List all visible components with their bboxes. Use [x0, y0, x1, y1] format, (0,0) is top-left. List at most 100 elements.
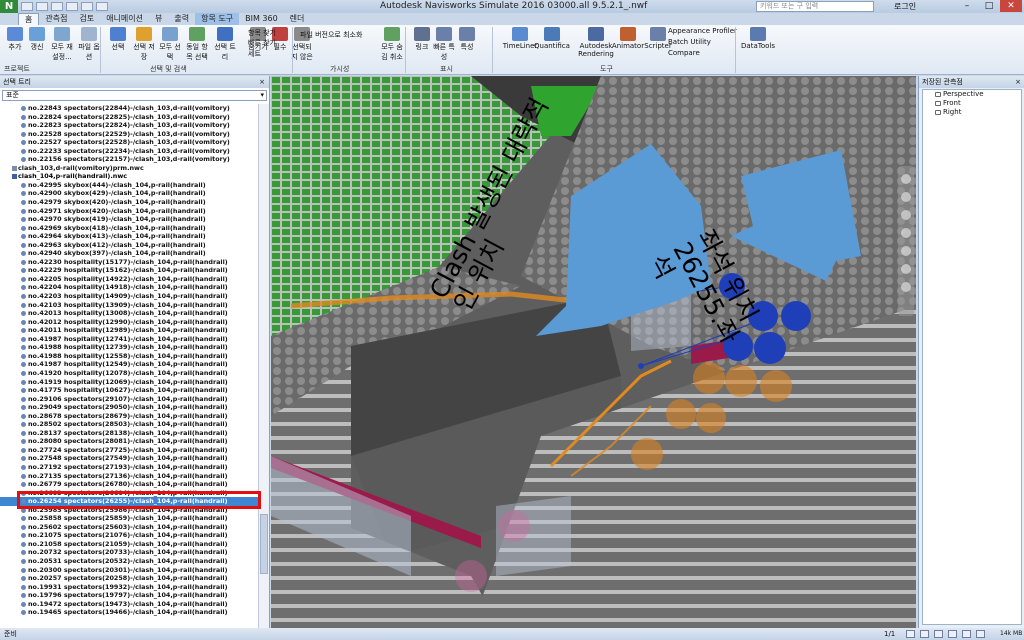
ribbon-button-21[interactable]: DataTools [740, 27, 776, 60]
tree-row[interactable]: no.20531 spectators(20532)-/clash_104,p-… [0, 557, 258, 566]
signin-link[interactable]: 로그인 [894, 1, 916, 12]
tree-row[interactable]: no.21058 spectators(21059)-/clash_104,p-… [0, 540, 258, 549]
tree-row[interactable]: no.41775 hospitality(10627)-/clash_104,p… [0, 386, 258, 395]
tree-row[interactable]: no.42963 skybox(412)-/clash_104,p-rail(h… [0, 241, 258, 250]
ribbon-small-hide-required[interactable]: 파일 버전으로 최소화 [300, 30, 362, 40]
tree-row[interactable]: no.19931 spectators(19932)-/clash_104,p-… [0, 583, 258, 592]
pan-icon[interactable] [901, 192, 911, 202]
tree-row[interactable]: no.42230 hospitality(15177)-/clash_104,p… [0, 258, 258, 267]
next-page-icon[interactable] [934, 630, 943, 638]
tree-row[interactable]: no.22843 spectators(22844)-/clash_103,d-… [0, 104, 258, 113]
tree-row[interactable]: no.25858 spectators(25859)-/clash_104,p-… [0, 514, 258, 523]
3d-viewport[interactable] [271, 76, 916, 628]
ribbon-tab-8[interactable]: 렌더 [284, 13, 311, 25]
walk-icon[interactable] [901, 264, 911, 274]
ribbon-tab-5[interactable]: 출력 [168, 13, 195, 25]
tree-row[interactable]: no.42103 hospitality(13909)-/clash_104,p… [0, 301, 258, 310]
tree-row[interactable]: no.42979 skybox(420)-/clash_104,p-rail(h… [0, 198, 258, 207]
tree-row[interactable]: no.21075 spectators(21076)-/clash_104,p-… [0, 531, 258, 540]
search-input[interactable]: 키워드 또는 구 입력 [756, 1, 874, 12]
tree-row[interactable]: no.42995 skybox(444)-/clash_104,p-rail(h… [0, 181, 258, 190]
tree-row[interactable]: no.29106 spectators(29107)-/clash_104,p-… [0, 395, 258, 404]
tree-row[interactable]: no.41920 hospitality(12078)-/clash_104,p… [0, 369, 258, 378]
performance-icon[interactable] [962, 630, 971, 638]
steering-wheel-icon[interactable] [901, 174, 911, 184]
open-file-icon[interactable] [36, 2, 48, 11]
ribbon-button-6[interactable]: 모두 선택 [158, 27, 182, 60]
tree-row[interactable]: no.42204 hospitality(14918)-/clash_104,p… [0, 283, 258, 292]
tree-row[interactable]: no.41988 hospitality(12739)-/clash_104,p… [0, 343, 258, 352]
zoom-icon[interactable] [901, 210, 911, 220]
viewpoint-item[interactable]: Right [923, 108, 1021, 117]
tree-row[interactable]: no.41987 hospitality(12549)-/clash_104,p… [0, 360, 258, 369]
ribbon-button-0[interactable]: 추가 [3, 27, 27, 60]
tree-row[interactable]: no.27192 spectators(27193)-/clash_104,p-… [0, 463, 258, 472]
tree-row[interactable]: clash_104,p-rail(handrail).nwc [0, 172, 258, 181]
viewpoint-item[interactable]: Perspective [923, 90, 1021, 99]
viewpoint-item[interactable]: Front [923, 99, 1021, 108]
ribbon-button-2[interactable]: 모두 재설정... [50, 27, 74, 60]
tree-row[interactable]: no.42229 hospitality(15162)-/clash_104,p… [0, 266, 258, 275]
ribbon-button-17[interactable]: Quantification [534, 27, 570, 60]
ribbon-button-1[interactable]: 갱신 [25, 27, 49, 60]
last-page-icon[interactable] [948, 630, 957, 638]
close-icon[interactable]: × [1015, 76, 1021, 88]
tree-row[interactable]: no.28678 spectators(28679)-/clash_104,p-… [0, 412, 258, 421]
ribbon-button-5[interactable]: 선택 저장 [132, 27, 156, 60]
save-icon[interactable] [51, 2, 63, 11]
select-icon[interactable] [96, 2, 108, 11]
tree-row[interactable]: clash_103,d-rail(vomitory)prm.nwc [0, 164, 258, 173]
ribbon-button-18[interactable]: Autodesk Rendering [578, 27, 614, 60]
tree-row[interactable]: no.42013 hospitality(13008)-/clash_104,p… [0, 309, 258, 318]
ribbon-button-15[interactable]: 특성 [455, 27, 479, 60]
tree-scroll-thumb[interactable] [260, 514, 268, 574]
ribbon-button-16[interactable]: TimeLiner [502, 27, 538, 60]
ribbon-small-compare[interactable]: Compare [668, 49, 700, 57]
ribbon-small-sets[interactable]: 세트 [248, 49, 261, 59]
tree-row[interactable]: no.27724 spectators(27725)-/clash_104,p-… [0, 446, 258, 455]
tree-row[interactable]: no.19465 spectators(19466)-/clash_104,p-… [0, 608, 258, 617]
tree-row[interactable]: no.42971 skybox(420)-/clash_104,p-rail(h… [0, 207, 258, 216]
ribbon-button-8[interactable]: 선택 트리 [213, 27, 237, 60]
tree-row[interactable]: no.22527 spectators(22528)-/clash_103,d-… [0, 138, 258, 147]
tree-row[interactable]: no.19796 spectators(19797)-/clash_104,p-… [0, 591, 258, 600]
tree-row[interactable]: no.22156 spectators(22157)-/clash_103,d-… [0, 155, 258, 164]
tree-row[interactable]: no.28137 spectators(28138)-/clash_104,p-… [0, 429, 258, 438]
tree-row[interactable]: no.29049 spectators(29050)-/clash_104,p-… [0, 403, 258, 412]
ribbon-tab-0[interactable]: 홈 [18, 13, 40, 25]
ribbon-tab-7[interactable]: BIM 360 [239, 13, 284, 25]
ribbon-small-appearance-profiler[interactable]: Appearance Profiler [668, 27, 737, 35]
undo-icon[interactable] [66, 2, 78, 11]
tree-row[interactable]: no.42900 skybox(429)-/clash_104,p-rail(h… [0, 189, 258, 198]
tree-row[interactable]: no.22823 spectators(22824)-/clash_103,d-… [0, 121, 258, 130]
tree-row[interactable]: no.22528 spectators(22529)-/clash_103,d-… [0, 130, 258, 139]
ribbon-small-batch-utility[interactable]: Batch Utility [668, 38, 711, 46]
tree-scrollbar[interactable] [258, 104, 269, 628]
select-tool-icon[interactable] [901, 282, 911, 292]
orbit-icon[interactable] [901, 228, 911, 238]
tree-row[interactable]: no.20257 spectators(20258)-/clash_104,p-… [0, 574, 258, 583]
ribbon-tab-3[interactable]: 애니메이션 [100, 13, 149, 25]
close-icon[interactable]: × [259, 76, 265, 88]
tree-row[interactable]: no.42205 hospitality(14922)-/clash_104,p… [0, 275, 258, 284]
ribbon-button-3[interactable]: 파일 옵션 [77, 27, 101, 60]
disk-icon[interactable] [976, 630, 985, 638]
tree-row[interactable]: no.28080 spectators(28081)-/clash_104,p-… [0, 437, 258, 446]
tree-row[interactable]: no.42940 skybox(397)-/clash_104,p-rail(h… [0, 249, 258, 258]
tree-row[interactable]: no.41987 hospitality(12741)-/clash_104,p… [0, 335, 258, 344]
redo-icon[interactable] [81, 2, 93, 11]
minimize-button[interactable]: – [956, 0, 978, 12]
tree-row[interactable]: no.22824 spectators(22825)-/clash_103,d-… [0, 113, 258, 122]
tree-row[interactable]: no.20300 spectators(20301)-/clash_104,p-… [0, 566, 258, 575]
tree-row[interactable]: no.42970 skybox(419)-/clash_104,p-rail(h… [0, 215, 258, 224]
close-button[interactable]: ✕ [1000, 0, 1022, 12]
look-icon[interactable] [901, 246, 911, 256]
ribbon-tab-4[interactable]: 뷰 [149, 13, 168, 25]
ribbon-small-quick-find[interactable]: 빠른 찾기 [248, 38, 276, 48]
new-file-icon[interactable] [21, 2, 33, 11]
ribbon-button-14[interactable]: 빠른 특성 [432, 27, 456, 60]
tree-row[interactable]: no.26779 spectators(26780)-/clash_104,p-… [0, 480, 258, 489]
tree-mode-dropdown[interactable]: 표준 ▾ [2, 90, 267, 101]
tree-row[interactable]: no.42964 skybox(413)-/clash_104,p-rail(h… [0, 232, 258, 241]
ribbon-button-13[interactable]: 링크 [410, 27, 434, 60]
